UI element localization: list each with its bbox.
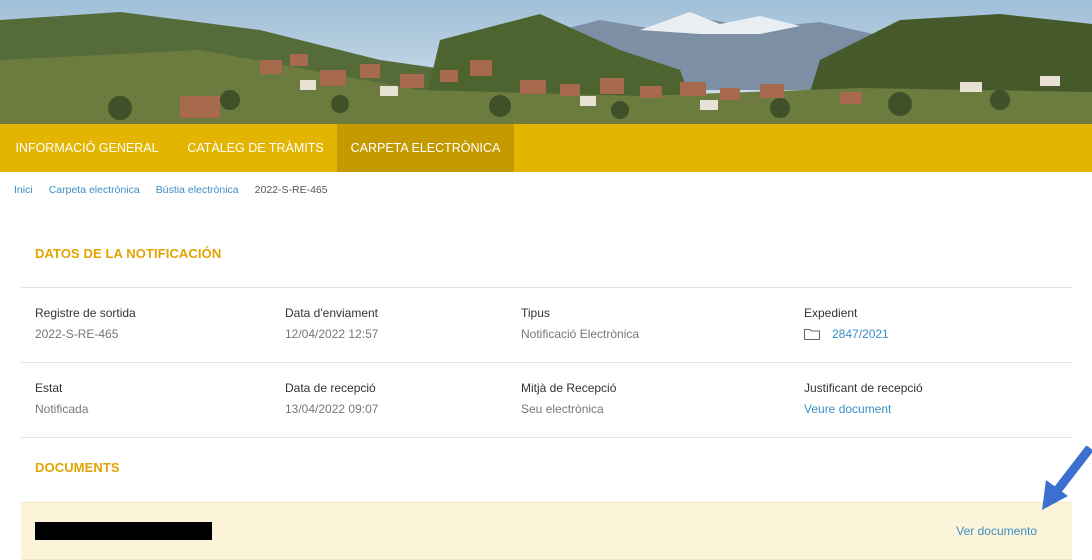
field-justificant-de-recepcio: Justificant de recepció Veure document: [804, 381, 923, 416]
field-value: Notificació Electrònica: [521, 327, 640, 341]
redacted-document-name: [35, 522, 212, 540]
nav-informacio-general[interactable]: INFORMACIÓ GENERAL: [0, 124, 174, 172]
breadcrumb-current: 2022-S-RE-465: [254, 184, 328, 196]
field-registre-de-sortida: Registre de sortida 2022-S-RE-465: [35, 306, 136, 341]
breadcrumb-bustia-electronica[interactable]: Bústia electrònica: [156, 184, 239, 196]
field-label: Mitjà de Recepció: [521, 381, 617, 395]
field-label: Data d'enviament: [285, 306, 379, 320]
field-value: 2022-S-RE-465: [35, 327, 119, 341]
folder-icon: [804, 329, 820, 340]
field-data-enviament: Data d'enviament 12/04/2022 12:57: [285, 306, 378, 341]
field-tipus: Tipus Notificació Electrònica: [521, 306, 639, 341]
field-label: Justificant de recepció: [804, 381, 923, 395]
field-label: Tipus: [521, 306, 550, 320]
field-mitja-de-recepcio: Mitjà de Recepció Seu electrònica: [521, 381, 616, 416]
field-value: Notificada: [35, 402, 89, 416]
veure-document-link[interactable]: Veure document: [804, 402, 923, 416]
main-nav: INFORMACIÓ GENERAL CATÀLEG DE TRÀMITS CA…: [0, 124, 1092, 172]
breadcrumb-carpeta-electronica[interactable]: Carpeta electrònica: [49, 184, 140, 196]
breadcrumb: Inici Carpeta electrònica Bústia electrò…: [14, 184, 328, 196]
nav-carpeta-electronica[interactable]: CARPETA ELECTRÒNICA: [337, 124, 514, 172]
field-label: Estat: [35, 381, 63, 395]
field-value: Seu electrònica: [521, 402, 604, 416]
breadcrumb-inici[interactable]: Inici: [14, 184, 33, 196]
expedient-number[interactable]: 2847/2021: [832, 327, 889, 341]
expedient-link[interactable]: 2847/2021: [804, 327, 889, 341]
field-data-de-recepcio: Data de recepció 13/04/2022 09:07: [285, 381, 378, 416]
nav-cataleg-de-tramits[interactable]: CATÀLEG DE TRÀMITS: [174, 124, 337, 172]
field-expedient: Expedient 2847/2021: [804, 306, 889, 341]
field-label: Data de recepció: [285, 381, 376, 395]
field-estat: Estat Notificada: [35, 381, 88, 416]
details-row: Registre de sortida 2022-S-RE-465 Data d…: [21, 288, 1072, 363]
field-value: 12/04/2022 12:57: [285, 327, 379, 341]
annotation-arrow-icon: [1042, 446, 1092, 510]
notification-section-title: DATOS DE LA NOTIFICACIÓN: [35, 246, 222, 261]
header-banner-image: [0, 0, 1092, 124]
field-value: 13/04/2022 09:07: [285, 402, 379, 416]
document-row: Ver documento: [21, 502, 1072, 560]
ver-documento-link[interactable]: Ver documento: [956, 524, 1037, 538]
field-label: Expedient: [804, 306, 858, 320]
field-label: Registre de sortida: [35, 306, 136, 320]
details-row: Estat Notificada Data de recepció 13/04/…: [21, 363, 1072, 438]
documents-section-title: DOCUMENTS: [35, 460, 120, 475]
notification-details: Registre de sortida 2022-S-RE-465 Data d…: [21, 287, 1072, 438]
